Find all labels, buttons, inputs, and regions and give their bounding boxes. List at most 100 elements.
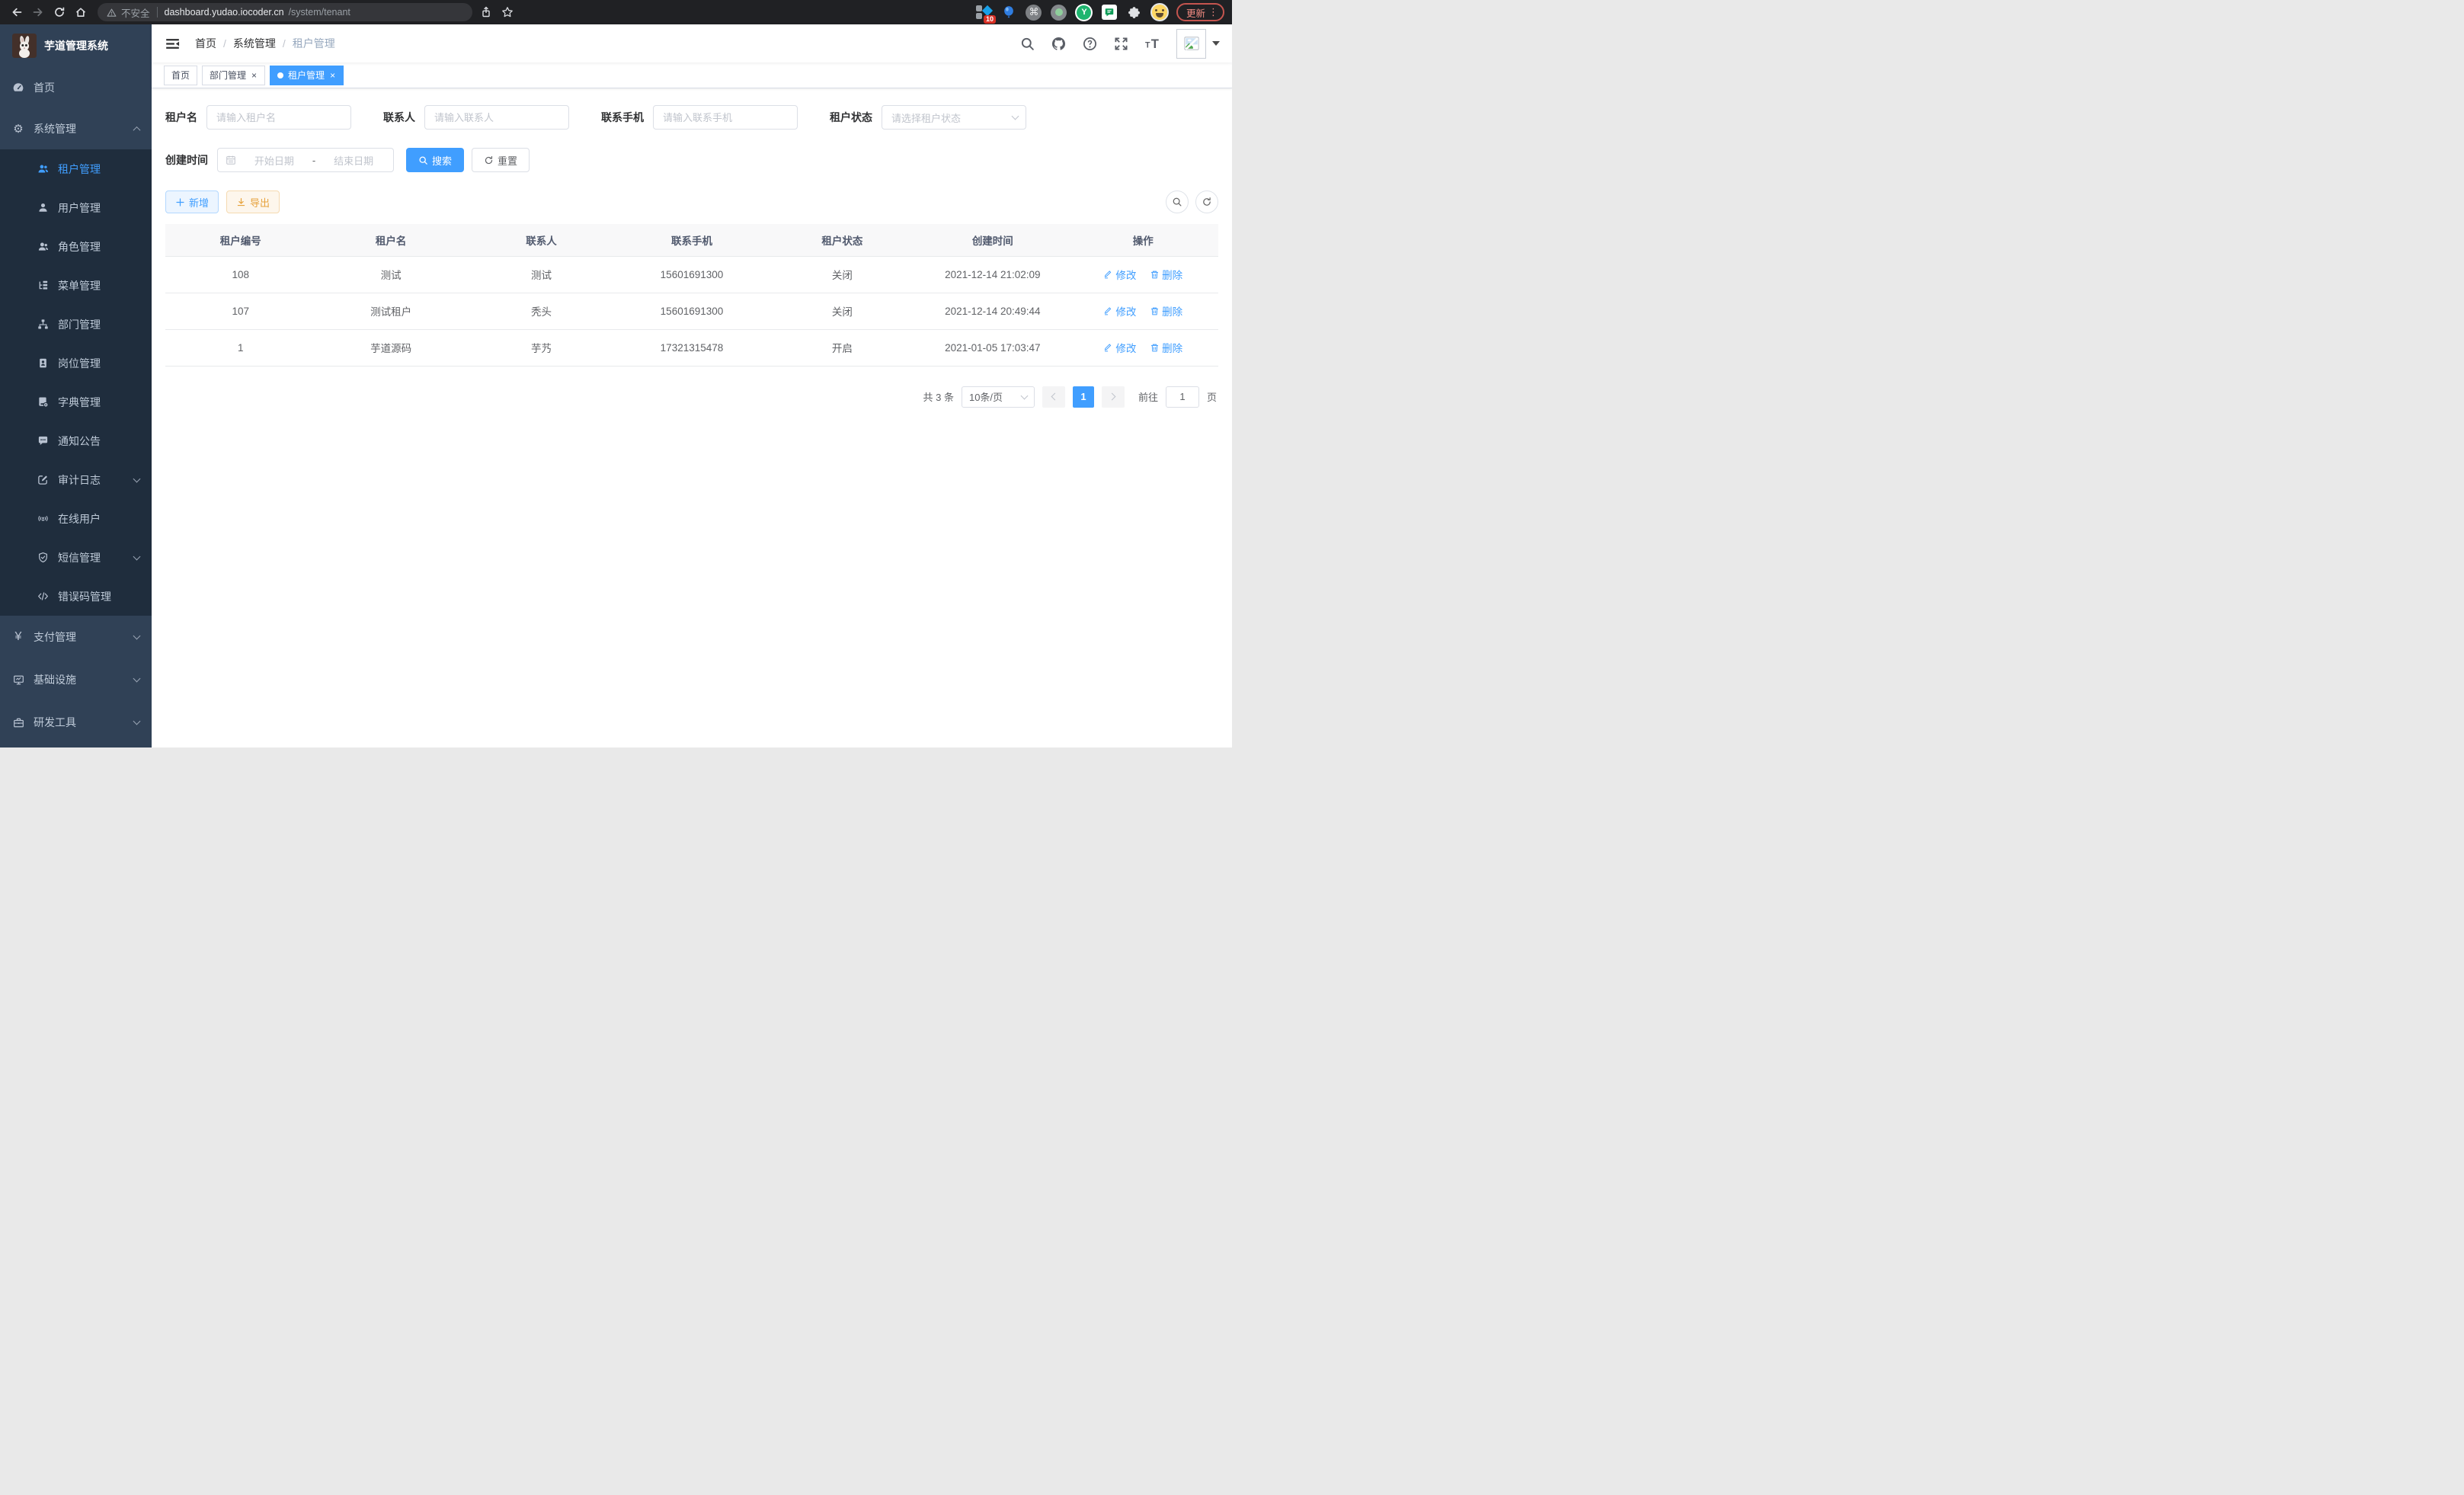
col-created: 创建时间 [917, 224, 1067, 256]
browser-reload-button[interactable] [49, 2, 70, 23]
table-tools [1166, 190, 1218, 213]
extension-tray: 10 ⌘ Y [974, 3, 1169, 21]
sidebar-item-online-user[interactable]: 在线用户 [0, 499, 152, 538]
github-button[interactable] [1051, 37, 1066, 51]
breadcrumb-system[interactable]: 系统管理 [233, 36, 276, 51]
mobile-input[interactable] [653, 105, 798, 130]
browser-menu-icon[interactable]: ⋮ [1208, 6, 1218, 18]
reset-button[interactable]: 重置 [472, 148, 530, 172]
extension-command-icon[interactable]: ⌘ [1025, 3, 1043, 21]
browser-back-button[interactable] [6, 2, 27, 23]
extension-chat-icon[interactable] [1100, 3, 1118, 21]
header-search-button[interactable] [1020, 37, 1035, 51]
sidebar-item-role[interactable]: 角色管理 [0, 227, 152, 266]
sidebar-item-post[interactable]: 岗位管理 [0, 344, 152, 383]
font-size-button[interactable]: TT [1145, 37, 1160, 51]
search-button[interactable]: 搜索 [406, 148, 464, 172]
extensions-puzzle-icon[interactable] [1125, 3, 1144, 21]
search-button-label: 搜索 [432, 153, 452, 168]
address-bar[interactable]: 不安全 dashboard.yudao.iocoder.cn/system/te… [98, 3, 472, 21]
sidebar-item-notice[interactable]: 通知公告 [0, 421, 152, 460]
role-icon [37, 241, 49, 253]
tag-tenant-active[interactable]: 租户管理 × [270, 66, 344, 85]
github-icon [1051, 37, 1066, 51]
user-avatar-menu[interactable] [1176, 29, 1220, 59]
cell-tenant-id: 107 [165, 293, 315, 329]
sidebar-item-system[interactable]: ⚙ 系统管理 [0, 108, 152, 149]
tenant-icon [37, 163, 49, 175]
sidebar-item-label: 基础设施 [34, 672, 134, 687]
delete-link[interactable]: 删除 [1150, 340, 1182, 355]
browser-home-button[interactable] [70, 2, 91, 23]
sidebar-item-error-code[interactable]: 错误码管理 [0, 577, 152, 616]
cell-actions: 修改 删除 [1068, 256, 1218, 293]
back-icon [11, 6, 23, 18]
browser-forward-button[interactable] [27, 2, 49, 23]
sidebar-item-home[interactable]: 首页 [0, 67, 152, 108]
add-button[interactable]: 新增 [165, 190, 219, 213]
sidebar-item-sms[interactable]: 短信管理 [0, 538, 152, 577]
filter-row-1: 租户名 联系人 联系手机 租户状态 请选择租户状态 [165, 105, 1218, 130]
edit-link[interactable]: 修改 [1103, 303, 1136, 319]
sidebar-item-menu[interactable]: 菜单管理 [0, 266, 152, 305]
url-path: /system/tenant [289, 7, 350, 18]
sidebar-logo[interactable]: 芋道管理系统 [0, 24, 152, 67]
dict-icon [37, 396, 49, 408]
extension-pinned-icon[interactable]: 10 [974, 3, 993, 21]
delete-link[interactable]: 删除 [1150, 303, 1182, 319]
edit-link[interactable]: 修改 [1103, 267, 1136, 282]
tag-home[interactable]: 首页 [164, 66, 197, 85]
current-page-button[interactable]: 1 [1073, 386, 1094, 408]
help-button[interactable] [1083, 37, 1097, 51]
extension-recorder-icon[interactable] [1050, 3, 1068, 21]
sidebar-item-devtools[interactable]: 研发工具 [0, 701, 152, 744]
goto-page-input[interactable] [1166, 386, 1199, 408]
page-size-select[interactable]: 10条/页 [962, 386, 1035, 408]
extension-yuque-icon[interactable]: Y [1075, 3, 1093, 21]
contact-label: 联系人 [383, 110, 415, 125]
sidebar-fold-button[interactable] [165, 37, 180, 51]
sidebar-item-audit-log[interactable]: 审计日志 [0, 460, 152, 499]
tag-close-icon[interactable]: × [251, 71, 258, 80]
date-range-picker[interactable]: 开始日期 - 结束日期 [217, 148, 394, 172]
delete-link[interactable]: 删除 [1150, 267, 1182, 282]
table-row: 1 芋道源码 芋艿 17321315478 开启 2021-01-05 17:0… [165, 329, 1218, 366]
sidebar-item-label: 错误码管理 [58, 589, 139, 604]
edit-link[interactable]: 修改 [1103, 340, 1136, 355]
refresh-icon [1202, 197, 1212, 207]
post-icon [37, 357, 49, 370]
chevron-down-icon [133, 675, 141, 683]
sidebar-item-tenant[interactable]: 租户管理 [0, 149, 152, 188]
contact-input[interactable] [424, 105, 569, 130]
sidebar-item-dept[interactable]: 部门管理 [0, 305, 152, 344]
tag-dept[interactable]: 部门管理 × [202, 66, 265, 85]
export-button[interactable]: 导出 [226, 190, 280, 213]
download-icon [236, 197, 246, 207]
breadcrumb-separator: / [223, 37, 226, 50]
extension-balloon-icon[interactable] [1000, 3, 1018, 21]
sidebar-item-dict[interactable]: 字典管理 [0, 383, 152, 421]
browser-bookmark-button[interactable] [497, 2, 518, 23]
sidebar-item-user[interactable]: 用户管理 [0, 188, 152, 227]
devtools-icon [12, 716, 24, 728]
tenant-name-input[interactable] [206, 105, 351, 130]
refresh-table-button[interactable] [1195, 190, 1218, 213]
prev-page-button[interactable] [1042, 386, 1065, 408]
browser-update-button[interactable]: 更新 ⋮ [1176, 3, 1224, 21]
browser-share-button[interactable] [475, 2, 497, 23]
breadcrumb-home[interactable]: 首页 [195, 36, 216, 51]
cell-contact: 芋艿 [466, 329, 616, 366]
fullscreen-button[interactable] [1114, 37, 1128, 51]
breadcrumb-separator: / [283, 37, 286, 50]
sidebar-item-pay[interactable]: ¥ 支付管理 [0, 616, 152, 658]
profile-avatar[interactable] [1150, 3, 1169, 21]
show-search-toggle-button[interactable] [1166, 190, 1189, 213]
sidebar-item-label: 支付管理 [34, 629, 134, 645]
status-select[interactable]: 请选择租户状态 [882, 105, 1026, 130]
filter-tenant-name: 租户名 [165, 105, 351, 130]
tag-close-icon[interactable]: × [329, 71, 336, 80]
sidebar-item-infra[interactable]: 基础设施 [0, 658, 152, 701]
next-page-button[interactable] [1102, 386, 1125, 408]
filter-status: 租户状态 请选择租户状态 [830, 105, 1026, 130]
create-time-label: 创建时间 [165, 152, 208, 168]
